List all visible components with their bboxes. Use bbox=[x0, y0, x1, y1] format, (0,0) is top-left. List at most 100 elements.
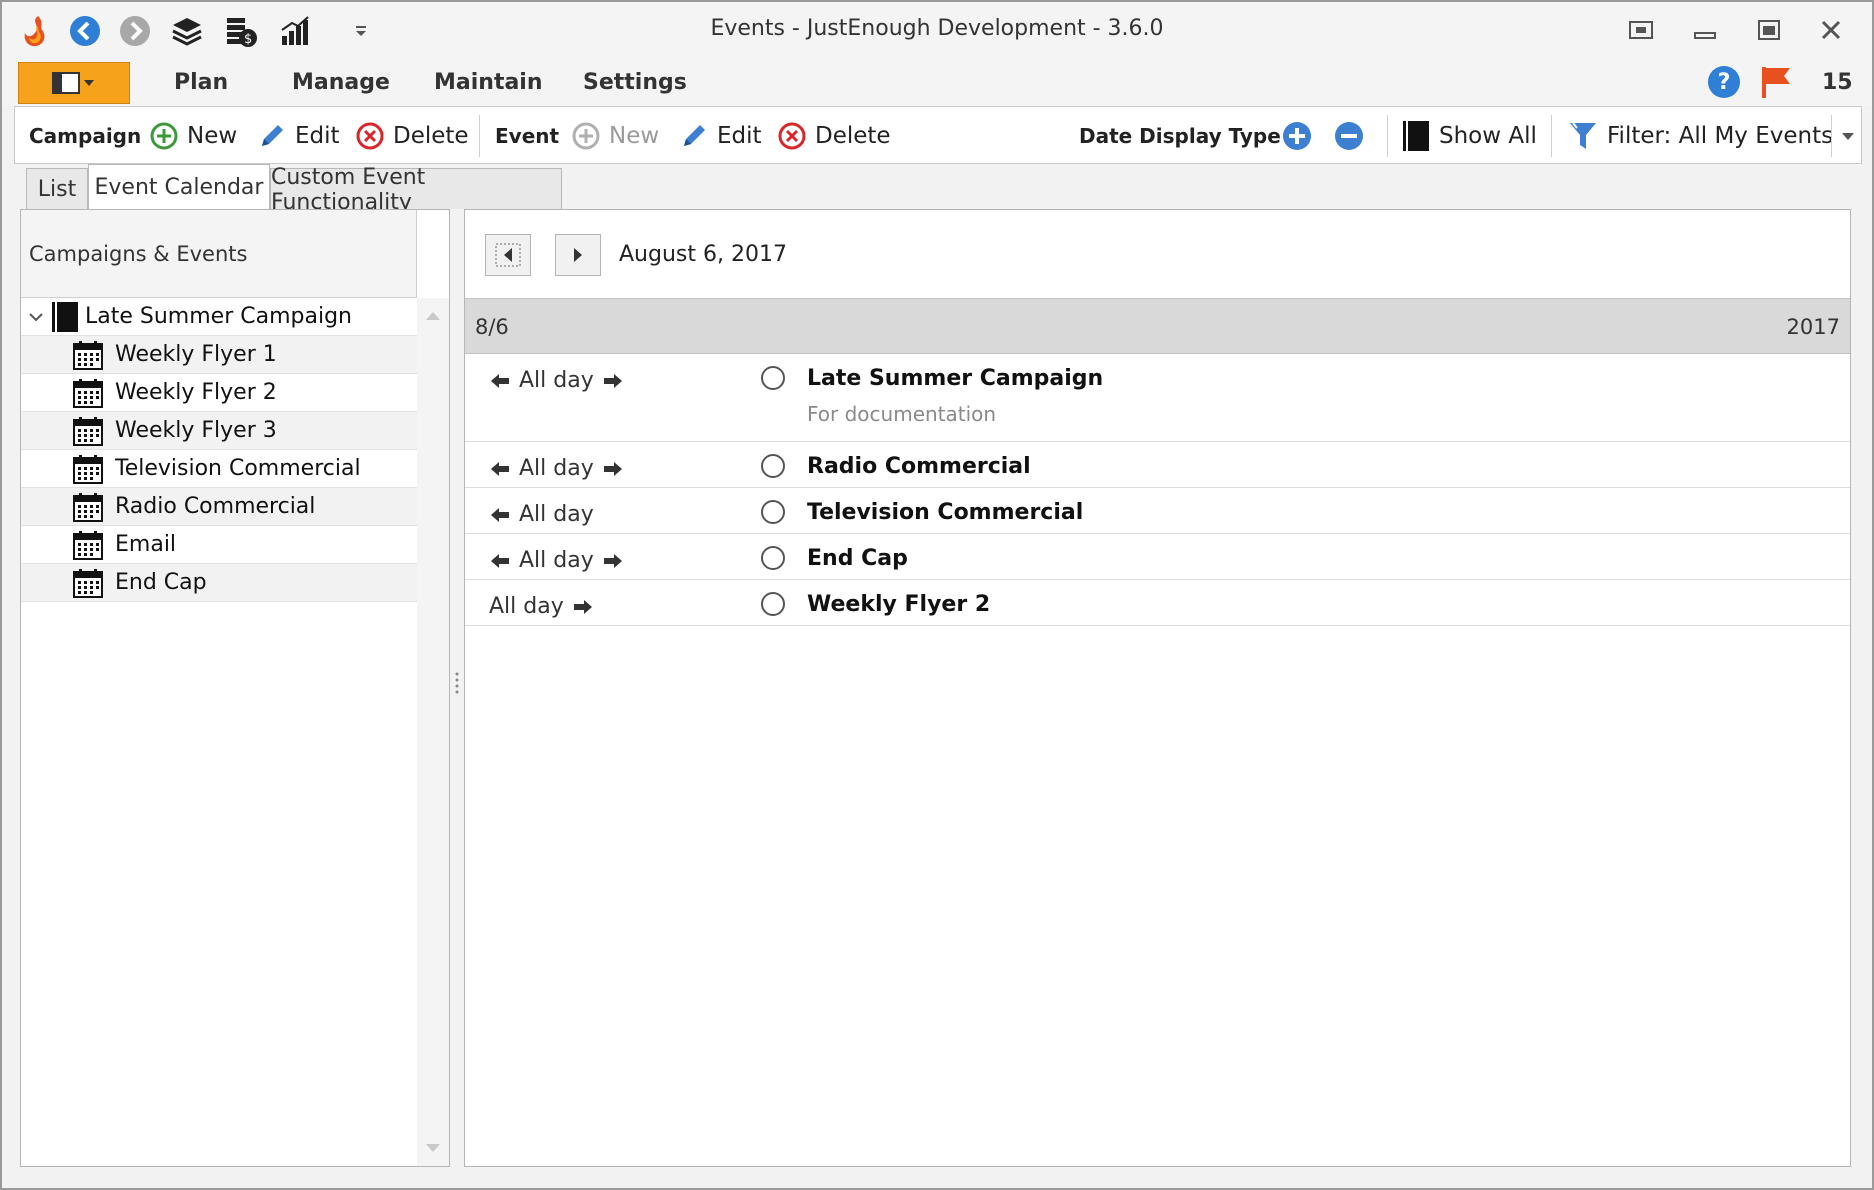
event-row[interactable]: All day Radio Commercial bbox=[465, 442, 1850, 488]
tab-custom-event-functionality[interactable]: Custom Event Functionality bbox=[270, 165, 562, 215]
event-time: All day bbox=[489, 456, 624, 481]
event-calendar-panel: August 6, 2017 8/6 2017 All day Late Sum… bbox=[464, 209, 1851, 1167]
tree-event-item[interactable]: Weekly Flyer 2 bbox=[21, 374, 417, 412]
tree-event-label: Radio Commercial bbox=[115, 494, 316, 519]
next-day-button[interactable] bbox=[555, 234, 601, 276]
flag-icon[interactable] bbox=[1758, 64, 1794, 106]
campaign-edit-button[interactable]: Edit bbox=[257, 119, 340, 153]
show-all-button[interactable]: Show All bbox=[1401, 119, 1537, 153]
tree-event-label: Weekly Flyer 3 bbox=[115, 418, 277, 443]
event-title: Late Summer Campaign bbox=[807, 366, 1104, 391]
calendar-icon bbox=[73, 378, 103, 408]
event-select-radio[interactable] bbox=[761, 500, 785, 524]
event-time: All day bbox=[489, 502, 594, 527]
maximize-icon[interactable] bbox=[1742, 10, 1796, 50]
tree-event-item[interactable]: Television Commercial bbox=[21, 450, 417, 488]
event-new-label: New bbox=[609, 123, 660, 149]
event-time-label: All day bbox=[519, 368, 594, 393]
tree-campaign-row[interactable]: Late Summer Campaign bbox=[21, 298, 417, 336]
tree-event-item[interactable]: Weekly Flyer 3 bbox=[21, 412, 417, 450]
panel-splitter[interactable] bbox=[450, 209, 464, 1167]
scroll-up-icon[interactable] bbox=[417, 304, 449, 328]
add-icon bbox=[150, 122, 178, 150]
toolbar-overflow-button[interactable] bbox=[1839, 119, 1857, 153]
left-scrollbar[interactable] bbox=[417, 298, 449, 1166]
tab-event-calendar[interactable]: Event Calendar bbox=[88, 164, 270, 210]
menu-manage[interactable]: Manage bbox=[292, 70, 390, 95]
delete-icon bbox=[778, 122, 806, 150]
next-icon bbox=[574, 248, 582, 262]
tree-event-item[interactable]: Email bbox=[21, 526, 417, 564]
zoom-in-button[interactable] bbox=[1281, 119, 1313, 153]
filter-label: Filter: All My Events bbox=[1607, 123, 1834, 149]
event-row[interactable]: All day Late Summer Campaign For documen… bbox=[465, 354, 1850, 442]
zoom-out-button[interactable] bbox=[1333, 119, 1365, 153]
app-menu-button[interactable] bbox=[18, 62, 130, 104]
toolbar-separator bbox=[479, 115, 480, 157]
campaign-new-label: New bbox=[187, 123, 238, 149]
menu-plan[interactable]: Plan bbox=[174, 70, 228, 95]
campaign-delete-button[interactable]: Delete bbox=[355, 119, 469, 153]
event-time: All day bbox=[489, 368, 624, 393]
toolbar-separator bbox=[1387, 115, 1388, 157]
event-time-label: All day bbox=[519, 456, 594, 481]
day-header: 8/6 2017 bbox=[465, 298, 1850, 354]
campaign-new-button[interactable]: New bbox=[149, 119, 237, 153]
tree-event-item[interactable]: End Cap bbox=[21, 564, 417, 602]
tree-event-item[interactable]: Radio Commercial bbox=[21, 488, 417, 526]
event-title: Weekly Flyer 2 bbox=[807, 592, 991, 617]
event-select-radio[interactable] bbox=[761, 366, 785, 390]
event-row[interactable]: All day Television Commercial bbox=[465, 488, 1850, 534]
panel-layout-icon bbox=[52, 72, 94, 94]
toolbar-separator bbox=[1831, 115, 1832, 157]
event-row[interactable]: All day Weekly Flyer 2 bbox=[465, 580, 1850, 626]
event-time: All day bbox=[489, 548, 624, 573]
show-all-label: Show All bbox=[1439, 123, 1537, 149]
event-edit-label: Edit bbox=[717, 123, 762, 149]
event-group-label: Event bbox=[495, 124, 560, 148]
year-label: 2017 bbox=[1786, 315, 1840, 339]
menu-settings[interactable]: Settings bbox=[583, 70, 687, 95]
event-edit-button[interactable]: Edit bbox=[679, 119, 762, 153]
event-select-radio[interactable] bbox=[761, 546, 785, 570]
event-new-button[interactable]: New bbox=[571, 119, 659, 153]
event-select-radio[interactable] bbox=[761, 454, 785, 478]
arrow-right-icon bbox=[603, 373, 622, 388]
day-label: 8/6 bbox=[475, 315, 509, 339]
arrow-left-icon bbox=[491, 507, 509, 522]
tree-campaign-label: Late Summer Campaign bbox=[85, 304, 352, 329]
arrow-left-icon bbox=[491, 461, 509, 476]
scroll-down-icon[interactable] bbox=[417, 1136, 449, 1160]
event-time-label: All day bbox=[489, 594, 564, 619]
close-icon[interactable] bbox=[1804, 10, 1858, 50]
chevron-down-icon[interactable] bbox=[25, 306, 47, 328]
event-delete-button[interactable]: Delete bbox=[777, 119, 891, 153]
filter-button[interactable]: Filter: All My Events bbox=[1567, 119, 1833, 153]
chevron-down-icon bbox=[1842, 133, 1854, 140]
campaign-delete-label: Delete bbox=[393, 123, 469, 149]
filter-icon bbox=[1570, 122, 1596, 149]
window-title: Events - JustEnough Development - 3.6.0 bbox=[710, 16, 1164, 41]
title-bar: $ Events - JustEnough Development - 3.6.… bbox=[2, 2, 1872, 60]
tree-event-label: Email bbox=[115, 532, 177, 557]
event-time-label: All day bbox=[519, 502, 594, 527]
calendar-icon bbox=[73, 416, 103, 446]
event-select-radio[interactable] bbox=[761, 592, 785, 616]
tab-list[interactable]: List bbox=[26, 168, 88, 210]
previous-day-button[interactable] bbox=[485, 234, 531, 276]
campaigns-events-header: Campaigns & Events bbox=[21, 210, 417, 298]
campaign-group-label: Campaign bbox=[29, 124, 142, 148]
restore-view-icon[interactable] bbox=[1614, 10, 1668, 50]
tree-event-item[interactable]: Weekly Flyer 1 bbox=[21, 336, 417, 374]
minus-circle-icon bbox=[1335, 122, 1363, 150]
event-title: Radio Commercial bbox=[807, 454, 1031, 479]
pencil-icon bbox=[684, 125, 705, 146]
event-title: Television Commercial bbox=[807, 500, 1084, 525]
event-title: End Cap bbox=[807, 546, 908, 571]
event-row[interactable]: All day End Cap bbox=[465, 534, 1850, 580]
menu-maintain[interactable]: Maintain bbox=[434, 70, 543, 95]
arrow-right-icon bbox=[573, 599, 592, 614]
help-icon[interactable]: ? bbox=[1708, 66, 1740, 98]
notification-count[interactable]: 15 bbox=[1822, 70, 1853, 95]
minimize-icon[interactable] bbox=[1678, 10, 1732, 50]
